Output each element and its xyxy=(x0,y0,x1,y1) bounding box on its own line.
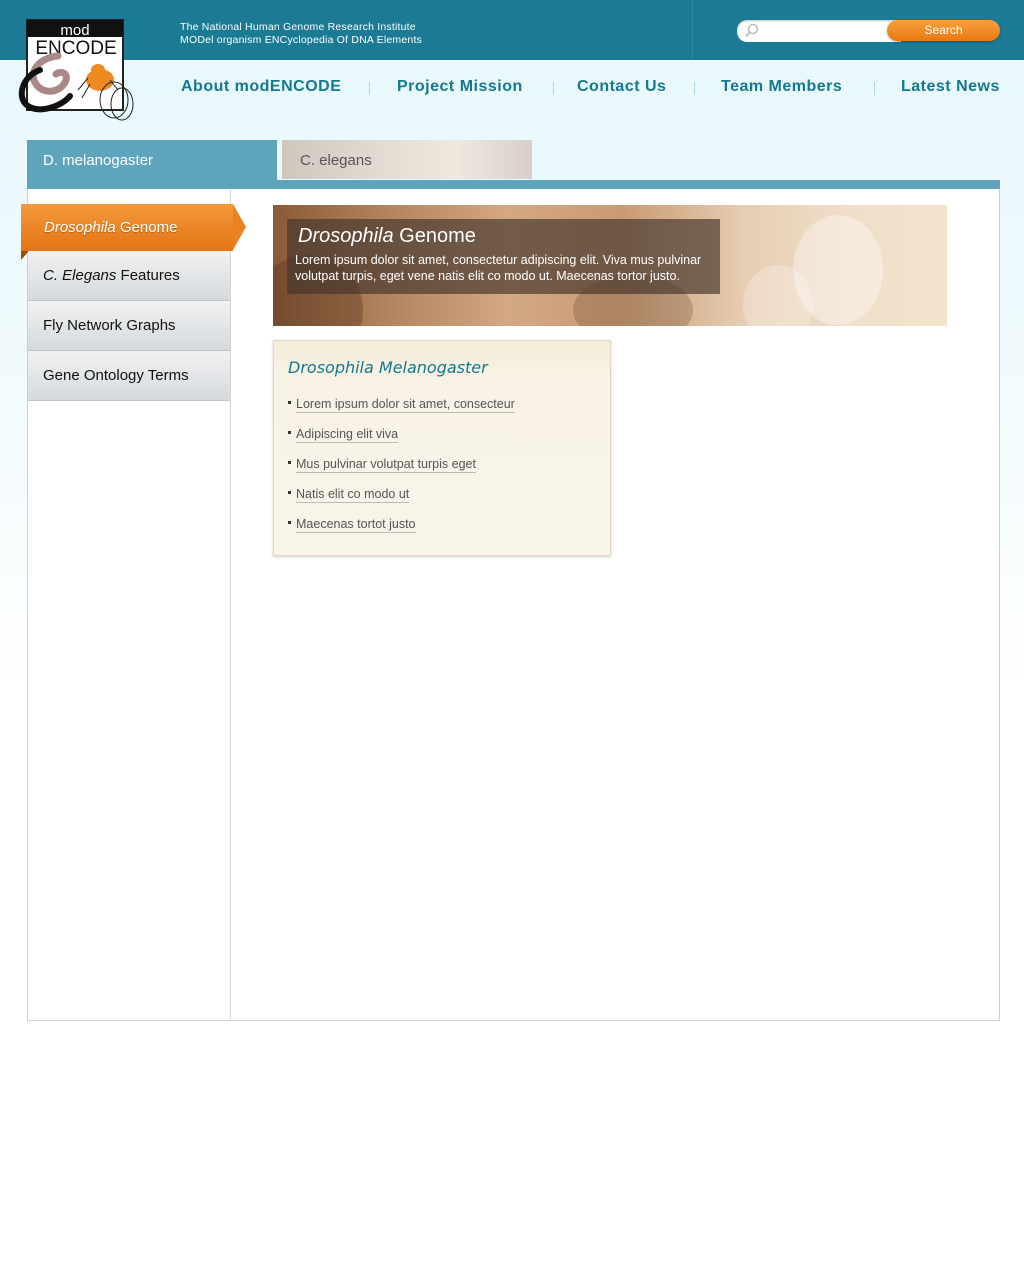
sidebar-item-label: C. Elegans Features xyxy=(43,267,180,284)
sidebar-item-drosophila-genome[interactable]: Drosophila Genome xyxy=(21,204,246,260)
nav-separator xyxy=(694,82,695,95)
header-divider xyxy=(692,0,693,60)
search-button[interactable]: Search xyxy=(887,20,1000,41)
search-input[interactable] xyxy=(737,20,901,42)
sidebar-item-gene-ontology-terms[interactable]: Gene Ontology Terms xyxy=(28,351,230,401)
nav-separator xyxy=(369,82,370,95)
bullet-icon xyxy=(288,521,291,525)
nav-separator xyxy=(553,82,554,95)
nav-item-team-members[interactable]: Team Members xyxy=(721,78,842,96)
sidebar-item-label: Drosophila Genome xyxy=(44,219,178,236)
sidebar-item-label: Fly Network Graphs xyxy=(43,317,176,334)
tagline-line-2: MODel organism ENCyclopedia Of DNA Eleme… xyxy=(180,34,423,46)
list-item: Lorem ipsum dolor sit amet, consecteur xyxy=(288,397,515,427)
site-tagline: The National Human Genome Research Insti… xyxy=(180,21,422,47)
hero-caption: Drosophila Genome Lorem ipsum dolor sit … xyxy=(287,219,720,294)
list-item: Mus pulvinar volutpat turpis eget xyxy=(288,457,515,487)
sidebar-item-label: Gene Ontology Terms xyxy=(43,367,189,384)
tab-d-melanogaster[interactable]: D. melanogaster xyxy=(27,140,277,181)
active-arrow xyxy=(233,204,246,250)
hero-description: Lorem ipsum dolor sit amet, consectetur … xyxy=(295,253,702,283)
bullet-icon xyxy=(288,401,291,405)
nav-item-about[interactable]: About modENCODE xyxy=(181,78,341,96)
card-link-list: Lorem ipsum dolor sit amet, consecteur A… xyxy=(288,397,515,547)
list-item: Adipiscing elit viva xyxy=(288,427,515,457)
card-link[interactable]: Mus pulvinar volutpat turpis eget xyxy=(296,457,476,473)
nav-item-project-mission[interactable]: Project Mission xyxy=(397,78,523,96)
bullet-icon xyxy=(288,491,291,495)
nav-item-latest-news[interactable]: Latest News xyxy=(901,78,1000,96)
hero-banner: Drosophila Genome Lorem ipsum dolor sit … xyxy=(273,205,947,326)
sidebar-item-c-elegans-features[interactable]: C. Elegans Features xyxy=(28,251,230,301)
bullet-icon xyxy=(288,431,291,435)
tab-label: C. elegans xyxy=(300,152,372,169)
card-link[interactable]: Adipiscing elit viva xyxy=(296,427,399,443)
tagline-line-1: The National Human Genome Research Insti… xyxy=(180,21,416,33)
nav-separator xyxy=(874,82,875,95)
card-title: Drosophila Melanogaster xyxy=(288,358,488,377)
species-card: Drosophila Melanogaster Lorem ipsum dolo… xyxy=(273,340,611,556)
nav-item-contact-us[interactable]: Contact Us xyxy=(577,78,666,96)
list-item: Natis elit co modo ut xyxy=(288,487,515,517)
logo-mod-text: mod xyxy=(60,22,89,39)
main-nav: About modENCODE Project Mission Contact … xyxy=(0,78,1024,100)
card-link[interactable]: Maecenas tortot justo xyxy=(296,517,416,533)
tab-c-elegans[interactable]: C. elegans xyxy=(282,140,532,179)
modencode-logo[interactable]: mod ENCODE xyxy=(18,18,136,124)
list-item: Maecenas tortot justo xyxy=(288,517,515,547)
sidebar-divider xyxy=(230,189,231,1020)
tab-strip xyxy=(27,180,1000,189)
card-link[interactable]: Lorem ipsum dolor sit amet, consecteur xyxy=(296,397,515,413)
sidebar-item-fly-network-graphs[interactable]: Fly Network Graphs xyxy=(28,301,230,351)
hero-title: Drosophila Genome xyxy=(298,225,476,247)
tab-label: D. melanogaster xyxy=(43,152,154,169)
card-link[interactable]: Natis elit co modo ut xyxy=(296,487,410,503)
search-icon xyxy=(745,23,759,38)
bullet-icon xyxy=(288,461,291,465)
